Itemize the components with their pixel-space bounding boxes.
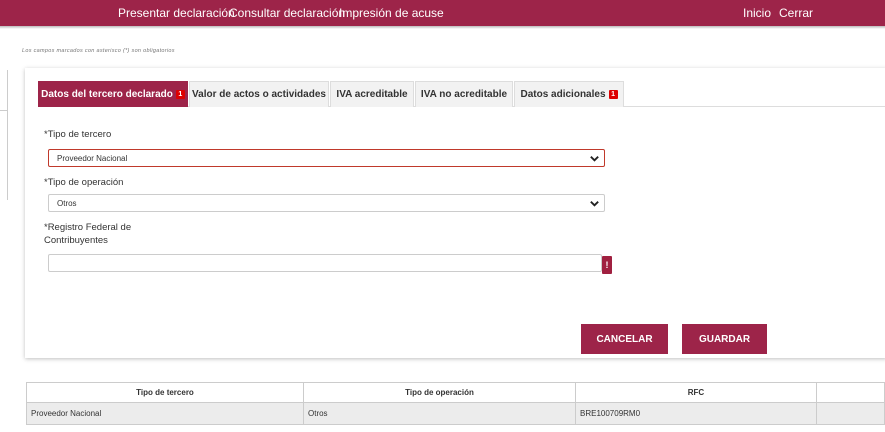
nav-presentar-declaracion[interactable]: Presentar declaración [118,6,235,20]
col-header-tipo-tercero[interactable]: Tipo de tercero [26,382,304,403]
nav-inicio[interactable]: Inicio [743,6,771,20]
nav-cerrar[interactable]: Cerrar [779,6,813,20]
tipo-tercero-label: *Tipo de tercero [44,129,112,140]
tab-error-badge: 1 [175,90,185,99]
chevron-down-icon [590,156,599,162]
nav-consultar-declaracion[interactable]: Consultar declaración [229,6,345,20]
top-nav-bar: Presentar declaración Consultar declarac… [0,0,885,29]
form-panel: Datos del tercero declarado 1 Valor de ac… [25,68,885,358]
save-button[interactable]: GUARDAR [682,324,767,354]
tab-datos-tercero[interactable]: Datos del tercero declarado 1 [38,81,188,107]
rfc-error-indicator: ! [602,256,612,274]
tipo-operacion-value: Otros [57,198,77,208]
tab-error-badge: 1 [608,90,618,99]
tipo-tercero-value: Proveedor Nacional [57,153,128,163]
tab-label: IVA acreditable [336,89,408,100]
tipo-operacion-select[interactable]: Otros [48,194,605,212]
cancel-button[interactable]: CANCELAR [581,324,668,354]
tab-label: Datos adicionales [520,89,606,100]
tab-label: Valor de actos o actividades [192,89,326,100]
nav-impresion-acuse[interactable]: Impresión de acuse [339,6,444,20]
rfc-label: *Registro Federal de Contribuyentes [44,222,132,246]
left-sidebar-edge [0,70,8,200]
tipo-tercero-select[interactable]: Proveedor Nacional [48,149,605,167]
col-header-rfc[interactable]: RFC [575,382,817,403]
cell-tipo-tercero: Proveedor Nacional [26,402,304,425]
tipo-operacion-label: *Tipo de operación [44,177,124,188]
rfc-input[interactable] [48,254,602,272]
terceros-table: Tipo de tercero Tipo de operación RFC Pr… [26,382,885,425]
tab-iva-acreditable[interactable]: IVA acreditable [330,81,414,107]
tab-iva-no-acreditable[interactable]: IVA no acreditable [415,81,513,107]
col-header-tipo-operacion[interactable]: Tipo de operación [303,382,576,403]
tab-valor-actos[interactable]: Valor de actos o actividades [189,81,329,107]
tab-label: Datos del tercero declarado [41,89,173,100]
cell-rfc: BRE100709RM0 [575,402,817,425]
col-header-actions [816,382,885,403]
topbar-shadow [0,26,885,29]
table-header-row: Tipo de tercero Tipo de operación RFC [26,382,885,403]
table-row[interactable]: Proveedor Nacional Otros BRE100709RM0 [26,402,885,425]
tab-label: IVA no acreditable [420,89,508,100]
cell-actions [816,402,885,425]
required-fields-note: Los campos marcados con asterisco (*) so… [22,48,175,54]
chevron-down-icon [590,201,599,207]
cell-tipo-operacion: Otros [303,402,576,425]
tab-datos-adicionales[interactable]: Datos adicionales 1 [514,81,624,107]
